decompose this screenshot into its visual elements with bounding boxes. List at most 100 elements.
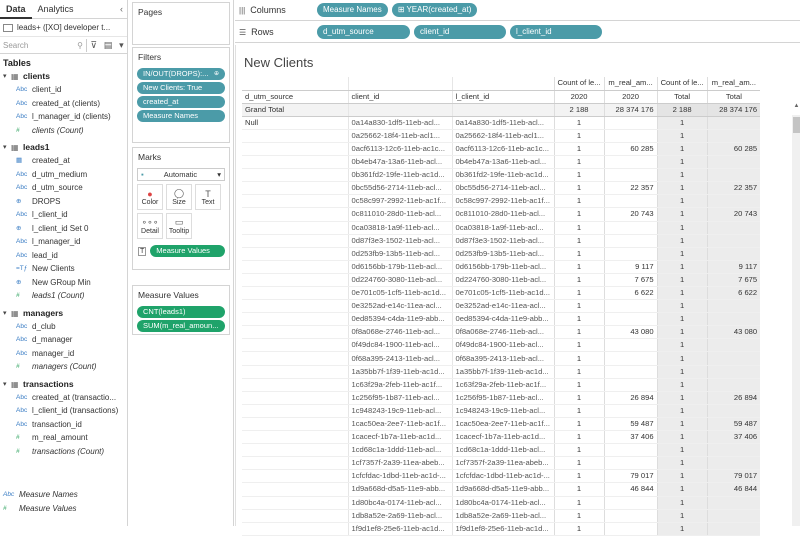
vertical-scrollbar[interactable] (792, 115, 800, 526)
detail-button[interactable]: ∘∘∘ Detail (137, 213, 163, 239)
datasource-row[interactable]: leads+ ([XO] developer t... (0, 19, 127, 37)
table-cell: 37 406 (706, 430, 761, 445)
table-row[interactable]: 1c256f95-1b87-11eb-acl... 1c256f95-1b87-1… (242, 391, 761, 405)
table-row[interactable]: 0ca03818-1a9f-11eb-acl... 0ca03818-1a9f-1… (242, 221, 761, 235)
measure-field-item[interactable]: # Measure Values (0, 502, 127, 516)
field-item[interactable]: Abc lead_id (0, 249, 127, 263)
table-row[interactable]: 0d87f3e3-1502-11eb-acl... 0d87f3e3-1502-1… (242, 234, 761, 248)
table-row[interactable]: 1d80bc4a-0174-11eb-acl... 1d80bc4a-0174-1… (242, 496, 761, 510)
tooltip-button[interactable]: ▭ Tooltip (166, 213, 192, 239)
measure-field-item[interactable]: Abc Measure Names (0, 488, 127, 502)
field-item[interactable]: Abc d_utm_medium (0, 168, 127, 182)
field-item[interactable]: Abc l_client_id (0, 208, 127, 222)
table-cell (603, 194, 658, 209)
table-row[interactable]: 1cacecf-1b7a-11eb-ac1d... 1cacecf-1b7a-11… (242, 430, 761, 445)
field-item[interactable]: # leads1 (Count) (0, 289, 127, 303)
mv-pill-count[interactable]: CNT(leads1) (137, 306, 225, 318)
tab-analytics[interactable]: Analytics (32, 0, 80, 19)
table-row[interactable]: 0d6156bb-179b-11eb-acl... 0d6156bb-179b-1… (242, 260, 761, 274)
table-row[interactable]: 1cfcfdac-1dbd-11eb-ac1d-... 1cfcfdac-1dbd… (242, 469, 761, 484)
field-item[interactable]: Abc d_club (0, 320, 127, 334)
scroll-up-icon[interactable]: ▲ (792, 103, 800, 113)
rows-shelf[interactable]: ☰ Rows d_utm_source client_id l_client_i… (235, 22, 800, 43)
field-item[interactable]: # managers (Count) (0, 360, 127, 374)
pages-card[interactable]: Pages (132, 2, 230, 45)
filter-pill-created-at[interactable]: created_at (137, 96, 225, 108)
table-group-leads1[interactable]: ▾ ▦ leads1 (0, 141, 127, 154)
table-row[interactable]: 1c948243-19c9-11eb-acl... 1c948243-19c9-1… (242, 404, 761, 418)
field-item[interactable]: # m_real_amount (0, 431, 127, 445)
table-row[interactable]: 1cac50ea-2ee7-11eb-ac1f... 1cac50ea-2ee7-… (242, 417, 761, 432)
field-item[interactable]: Abc manager_id (0, 347, 127, 361)
header-row[interactable]: d_utm_source client_id l_client_id 2020 2020… (242, 90, 761, 104)
table-row[interactable]: 1cd68c1a-1ddd-11eb-acl... 1cd68c1a-1ddd-1… (242, 443, 761, 458)
size-button[interactable]: ◯ Size (166, 184, 192, 210)
column-pill-year[interactable]: ⊞ YEAR(created_at) (391, 3, 478, 17)
field-item[interactable]: Abc d_utm_source (0, 181, 127, 195)
row-pill-utm-source[interactable]: d_utm_source (317, 25, 410, 39)
table-row[interactable]: 1a35bb7f-1f39-11eb-ac1d... 1a35bb7f-1f39-… (242, 365, 761, 379)
table-row[interactable]: 0f8a068e-2746-11eb-acl... 0f8a068e-2746-1… (242, 325, 761, 340)
scrollbar-thumb[interactable] (793, 117, 800, 133)
filter-pill-new-clients[interactable]: New Clients: True (137, 82, 225, 94)
view-toggle-icon[interactable]: ▤ (104, 40, 113, 51)
marks-pill-measure-values[interactable]: Measure Values (150, 245, 225, 257)
field-item[interactable]: ▦ created_at (0, 154, 127, 168)
table-row[interactable]: 1c63f29a-2feb-11eb-ac1f... 1c63f29a-2feb-… (242, 378, 761, 392)
header-row[interactable]: Count of le... m_real_am... Count of le...… (242, 77, 761, 91)
table-row[interactable]: 0c58c997-2992-11eb-ac1f... 0c58c997-2992-… (242, 194, 761, 209)
field-item[interactable]: =Tƒ New Clients (0, 262, 127, 276)
field-item[interactable]: ⊕ New GRoup Min (0, 276, 127, 290)
mark-type-select[interactable]: ▪ Automatic ▾ (137, 168, 225, 181)
table-row[interactable]: 0f49dc84-1900-11eb-acl... 0f49dc84-1900-1… (242, 338, 761, 353)
field-item[interactable]: Abc l_manager_id (clients) (0, 110, 127, 124)
table-row[interactable]: 1db8a52e-2a69-11eb-acl... 1db8a52e-2a69-1… (242, 509, 761, 523)
row-pill-client-id[interactable]: client_id (414, 25, 506, 39)
mv-pill-sum[interactable]: SUM(m_real_amoun... (137, 320, 225, 332)
table-group-managers[interactable]: ▾ ▦ managers (0, 307, 127, 320)
field-item[interactable]: Abc d_manager (0, 333, 127, 347)
column-pill-measure-names[interactable]: Measure Names (317, 3, 388, 17)
filter-icon[interactable]: ⊽ (90, 40, 97, 51)
table-row[interactable]: Null 0a14a830-1df5-11eb-acl... 0a14a830-1d… (242, 116, 761, 130)
field-item[interactable]: Abc l_client_id (transactions) (0, 404, 127, 418)
field-item[interactable]: Abc created_at (clients) (0, 97, 127, 111)
table-row[interactable]: 1f9d1ef8-25e6-11eb-ac1d... 1f9d1ef8-25e6-… (242, 522, 761, 536)
table-row[interactable]: 0e3252ad-e14c-11ea-acl... 0e3252ad-e14c-1… (242, 299, 761, 314)
row-pill-l-client-id[interactable]: l_client_id (510, 25, 602, 39)
field-item[interactable]: Abc transaction_id (0, 418, 127, 432)
field-item[interactable]: Abc created_at (transactio... (0, 391, 127, 405)
table-row[interactable]: 0f68a395-2413-11eb-acl... 0f68a395-2413-1… (242, 351, 761, 366)
table-group-transactions[interactable]: ▾ ▦ transactions (0, 378, 127, 391)
filter-pill-measure-names[interactable]: Measure Names (137, 110, 225, 122)
grand-total-row[interactable]: Grand Total 2 188 28 374 176 2 188 28 374 17… (242, 103, 761, 117)
crosstab-table[interactable]: Count of le... m_real_am... Count of le...… (242, 77, 761, 536)
table-row[interactable]: 0b361fd2-19fe-11eb-ac1d... 0b361fd2-19fe-… (242, 168, 761, 183)
text-button[interactable]: T Text (195, 184, 221, 210)
table-row[interactable]: 1d9a668d-d5a5-11e9-abb... 1d9a668d-d5a5-1… (242, 482, 761, 497)
table-row[interactable]: 0c811010-28d0-11eb-acl... 0c811010-28d0-1… (242, 207, 761, 222)
tab-data[interactable]: Data (0, 0, 32, 19)
table-row[interactable]: 0d253fb9-13b5-11eb-acl... 0d253fb9-13b5-1… (242, 247, 761, 261)
table-row[interactable]: 0e701c05-1cf5-11eb-ac1d... 0e701c05-1cf5-… (242, 286, 761, 301)
filter-pill-drops[interactable]: IN/OUT(DROPS):... ⊕ (137, 68, 225, 80)
table-row[interactable]: 0ed85394-c4da-11e9-abb... 0ed85394-c4da-1… (242, 312, 761, 327)
collapse-pane-icon[interactable]: ‹ (120, 4, 127, 14)
table-group-clients[interactable]: ▾ ▦ clients (0, 70, 127, 83)
table-row[interactable]: 0bc55d56-2714-11eb-acl... 0bc55d56-2714-1… (242, 181, 761, 196)
table-row[interactable]: 0b4eb47a-13a6-11eb-acl... 0b4eb47a-13a6-1… (242, 155, 761, 170)
table-row[interactable]: 0acf6113-12c6-11eb-ac1c... 0acf6113-12c6-… (242, 142, 761, 157)
field-item[interactable]: # clients (Count) (0, 124, 127, 138)
columns-shelf[interactable]: ||| Columns Measure Names ⊞ YEAR(created… (235, 0, 800, 21)
search-input[interactable]: Search ⚲ (3, 38, 87, 52)
table-row[interactable]: 1cf7357f-2a39-11ea-abeb... 1cf7357f-2a39-… (242, 456, 761, 471)
table-row[interactable]: 0a25662-18f4-11eb-acl1... 0a25662-18f4-11… (242, 129, 761, 143)
color-button[interactable]: ● Color (137, 184, 163, 210)
table-row[interactable]: 0d224760-3080-11eb-acl... 0d224760-3080-1… (242, 273, 761, 288)
field-item[interactable]: # transactions (Count) (0, 445, 127, 459)
field-item[interactable]: ⊕ l_client_id Set 0 (0, 222, 127, 236)
field-item[interactable]: ⊕ DROPS (0, 195, 127, 209)
field-item[interactable]: Abc l_manager_id (0, 235, 127, 249)
field-item[interactable]: Abc client_id (0, 83, 127, 97)
dropdown-icon[interactable]: ▾ (119, 40, 124, 51)
